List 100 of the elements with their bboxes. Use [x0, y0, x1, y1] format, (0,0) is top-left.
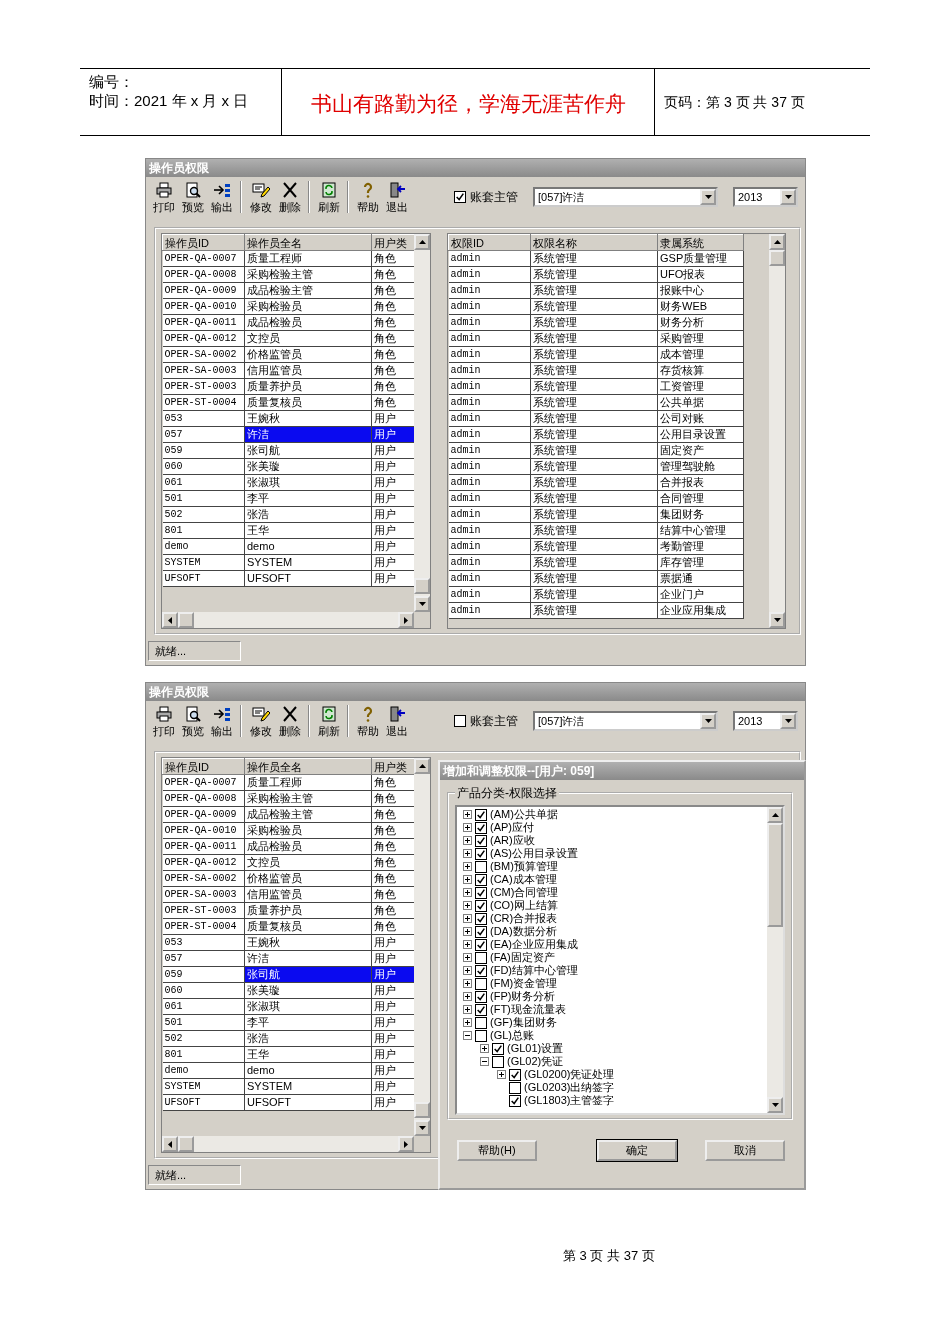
collapse-icon[interactable] [480, 1057, 489, 1066]
expand-icon[interactable] [463, 966, 472, 975]
expand-icon[interactable] [463, 862, 472, 871]
checkbox[interactable] [454, 191, 466, 203]
toolbar-button[interactable]: 删除 [276, 702, 303, 740]
toolbar-button[interactable]: 删除 [276, 178, 303, 216]
checkbox[interactable] [475, 873, 487, 886]
tree-item-label[interactable]: (FA)固定资产 [490, 951, 555, 964]
horizontal-scrollbar[interactable] [162, 612, 414, 628]
expand-icon[interactable] [463, 875, 472, 884]
toolbar-button[interactable]: 输出 [208, 702, 235, 740]
tree-item-label[interactable]: (GF)集团财务 [490, 1016, 557, 1029]
column-header[interactable]: 用户类 [371, 758, 414, 775]
toolbar-button[interactable]: 退出 [383, 702, 410, 740]
scrollbar-thumb[interactable] [178, 1136, 194, 1152]
toolbar-button[interactable]: 输出 [208, 178, 235, 216]
dropdown-button[interactable] [700, 713, 716, 729]
expand-icon[interactable] [463, 940, 472, 949]
toolbar-button[interactable]: 刷新 [315, 702, 342, 740]
toolbar-button[interactable]: 预览 [179, 702, 206, 740]
checkbox[interactable] [492, 1042, 504, 1055]
checkbox[interactable] [475, 847, 487, 860]
checkbox[interactable] [492, 1055, 504, 1068]
tree-item-label[interactable]: (GL)总账 [490, 1029, 534, 1042]
tree-item-label[interactable]: (CR)合并报表 [490, 912, 558, 925]
scrollbar-thumb[interactable] [178, 612, 194, 628]
column-header[interactable]: 操作员ID [162, 234, 245, 251]
checkbox[interactable] [475, 977, 487, 990]
year-dropdown[interactable]: 2013 [733, 187, 798, 207]
scroll-left-button[interactable] [162, 612, 178, 628]
tree-item-label[interactable]: (CA)成本管理 [490, 873, 557, 886]
checkbox[interactable] [475, 860, 487, 873]
vertical-scrollbar[interactable] [769, 234, 785, 628]
expand-icon[interactable] [463, 1005, 472, 1014]
horizontal-scrollbar[interactable] [162, 1136, 414, 1152]
toolbar-button[interactable]: 帮助 [354, 178, 381, 216]
toolbar-button[interactable]: 退出 [383, 178, 410, 216]
vertical-scrollbar[interactable] [414, 234, 430, 612]
checkbox-label[interactable]: 账套主管 [470, 712, 518, 730]
expand-icon[interactable] [463, 1018, 472, 1027]
column-header[interactable]: 权限名称 [530, 234, 658, 251]
scroll-up-button[interactable] [414, 758, 430, 774]
dialog-button[interactable]: 帮助(H) [457, 1140, 537, 1161]
scroll-down-button[interactable] [767, 1097, 783, 1113]
tree-item-label[interactable]: (CM)合同管理 [490, 886, 559, 899]
expand-icon[interactable] [463, 888, 472, 897]
checkbox[interactable] [475, 1003, 487, 1016]
checkbox[interactable] [509, 1081, 521, 1094]
tree-item-label[interactable]: (AR)应收 [490, 834, 535, 847]
expand-icon[interactable] [463, 914, 472, 923]
tree-item-label[interactable]: (FD)结算中心管理 [490, 964, 578, 977]
toolbar-button[interactable]: 修改 [247, 178, 274, 216]
scrollbar-thumb[interactable] [767, 823, 783, 927]
checkbox[interactable] [475, 951, 487, 964]
scrollbar-thumb[interactable] [769, 250, 785, 266]
tree-item-label[interactable]: (DA)数据分析 [490, 925, 557, 938]
checkbox[interactable] [454, 715, 466, 727]
tree-item-label[interactable]: (GL01)设置 [507, 1042, 564, 1055]
expand-icon[interactable] [497, 1070, 506, 1079]
scroll-up-button[interactable] [767, 807, 783, 823]
checkbox[interactable] [475, 1016, 487, 1029]
tree-item-label[interactable]: (FT)现金流量表 [490, 1003, 566, 1016]
toolbar-button[interactable]: 预览 [179, 178, 206, 216]
checkbox[interactable] [509, 1094, 521, 1107]
tree-item-label[interactable]: (GL0203)出纳签字 [524, 1081, 615, 1094]
scroll-up-button[interactable] [414, 234, 430, 250]
toolbar-button[interactable]: 刷新 [315, 178, 342, 216]
operator-dropdown[interactable]: [057]许洁 [533, 187, 718, 207]
scroll-down-button[interactable] [769, 612, 785, 628]
dropdown-button[interactable] [780, 713, 796, 729]
checkbox[interactable] [475, 990, 487, 1003]
tree-item-label[interactable]: (FP)财务分析 [490, 990, 556, 1003]
toolbar-button[interactable]: 帮助 [354, 702, 381, 740]
checkbox[interactable] [509, 1068, 521, 1081]
expand-icon[interactable] [463, 823, 472, 832]
checkbox[interactable] [475, 925, 487, 938]
tree-item-label[interactable]: (EA)企业应用集成 [490, 938, 578, 951]
dropdown-button[interactable] [780, 189, 796, 205]
expand-icon[interactable] [463, 992, 472, 1001]
tree-item-label[interactable]: (BM)预算管理 [490, 860, 558, 873]
vertical-scrollbar[interactable] [414, 758, 430, 1136]
dropdown-button[interactable] [700, 189, 716, 205]
checkbox-label[interactable]: 账套主管 [470, 188, 518, 206]
checkbox[interactable] [475, 821, 487, 834]
expand-icon[interactable] [463, 979, 472, 988]
checkbox[interactable] [475, 834, 487, 847]
expand-icon[interactable] [480, 1044, 489, 1053]
checkbox[interactable] [475, 808, 487, 821]
column-header[interactable]: 权限ID [448, 234, 531, 251]
checkbox[interactable] [475, 899, 487, 912]
scroll-left-button[interactable] [162, 1136, 178, 1152]
column-header[interactable]: 用户类 [371, 234, 414, 251]
dialog-button[interactable]: 确定 [597, 1140, 677, 1161]
tree-item-label[interactable]: (CO)网上结算 [490, 899, 558, 912]
expand-icon[interactable] [463, 810, 472, 819]
tree-item-label[interactable]: (GL1803)主管签字 [524, 1094, 615, 1107]
tree-item-label[interactable]: (AM)公共单据 [490, 808, 558, 821]
expand-icon[interactable] [463, 953, 472, 962]
scroll-right-button[interactable] [398, 612, 414, 628]
checkbox[interactable] [475, 938, 487, 951]
